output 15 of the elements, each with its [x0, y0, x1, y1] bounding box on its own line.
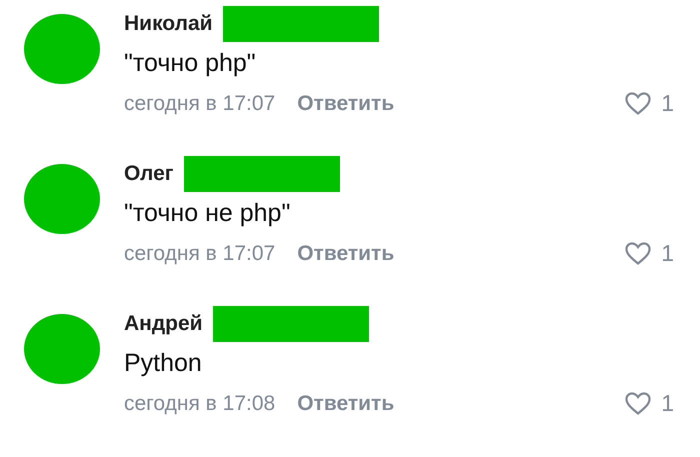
comment-text: Python — [124, 348, 203, 378]
author-name[interactable]: Олег — [124, 162, 174, 186]
timestamp: сегодня в 17:08 — [124, 392, 276, 416]
author-name[interactable]: Николай — [124, 12, 213, 36]
reply-link[interactable]: Ответить — [297, 392, 394, 416]
comment-text: "точно не php" — [124, 198, 292, 228]
comment-text: "точно php" — [124, 48, 257, 78]
author-name[interactable]: Андрей — [124, 312, 203, 336]
like-button[interactable]: 1 — [625, 240, 674, 267]
reply-link[interactable]: Ответить — [297, 92, 394, 116]
like-button[interactable]: 1 — [625, 90, 674, 117]
timestamp: сегодня в 17:07 — [124, 242, 276, 266]
reply-link[interactable]: Ответить — [297, 242, 394, 266]
timestamp: сегодня в 17:07 — [124, 92, 276, 116]
like-button[interactable]: 1 — [625, 390, 674, 417]
